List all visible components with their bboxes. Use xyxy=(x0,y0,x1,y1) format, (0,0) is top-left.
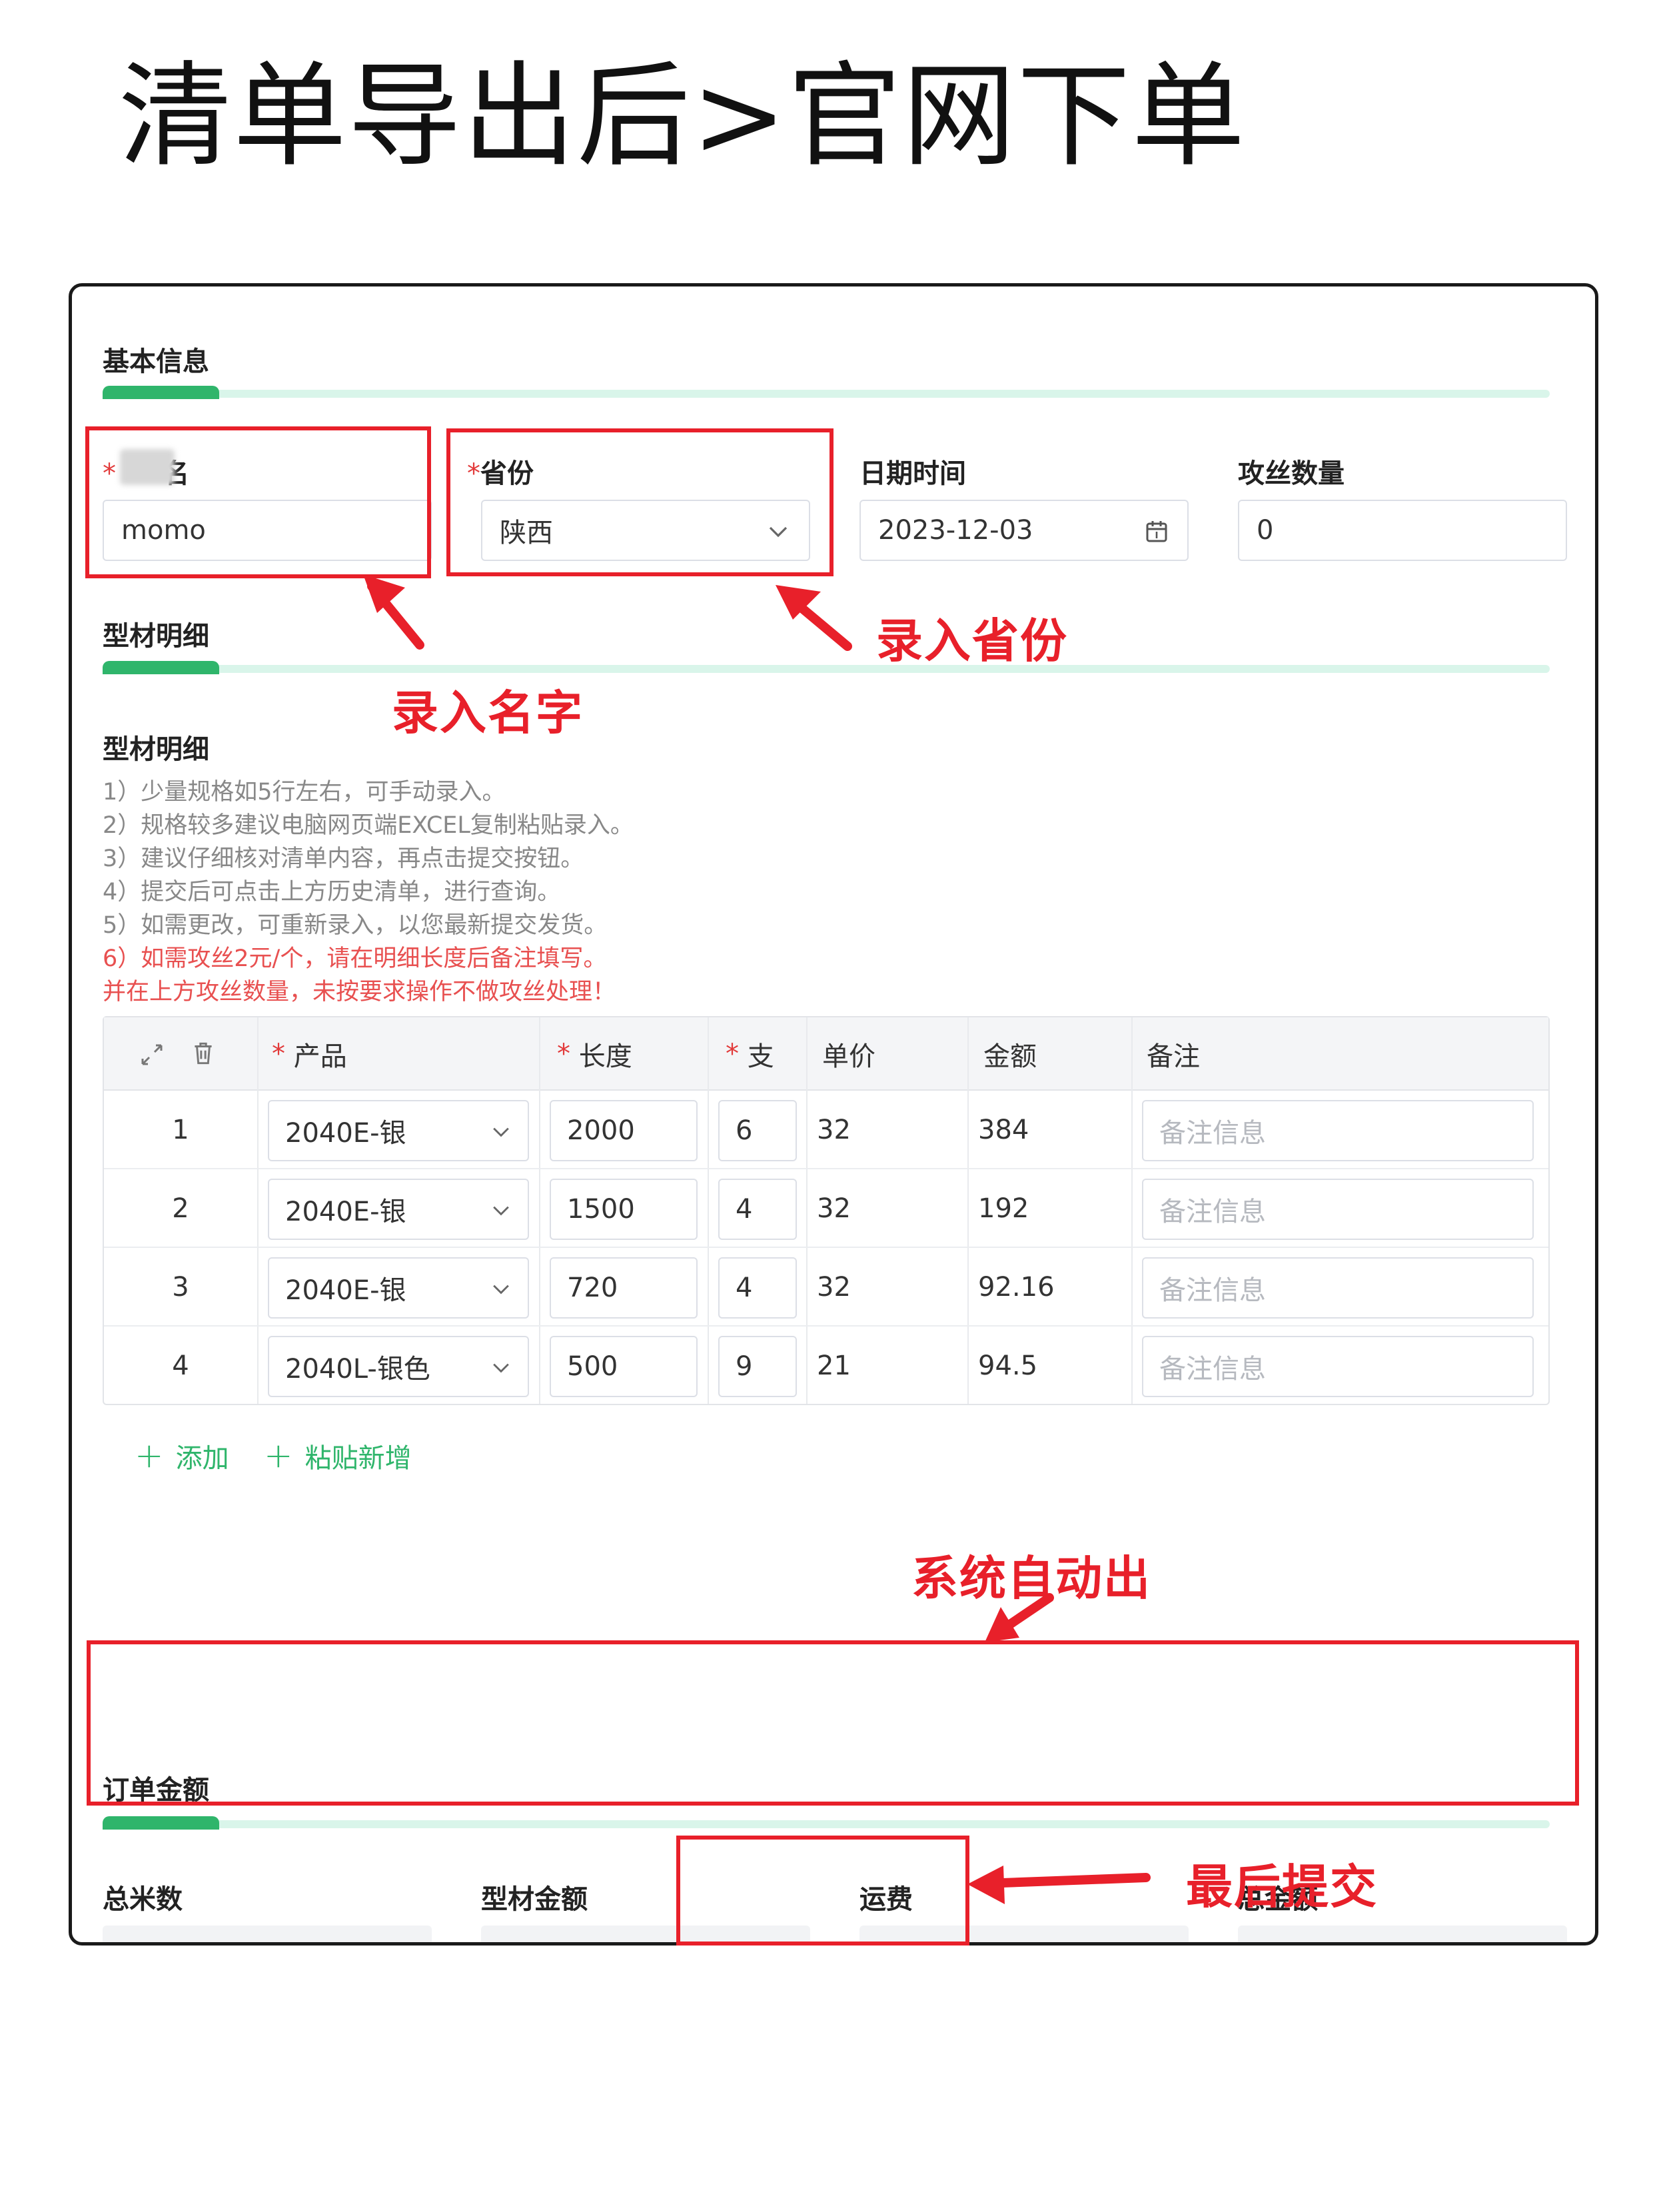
column-header-product: * 产品 xyxy=(272,1039,347,1072)
tapping-warning-line: 并在上方攻丝数量，未按要求操作不做攻丝处理！ xyxy=(103,979,616,1005)
unit-price-cell: 21 xyxy=(817,1351,851,1381)
final-submit-annotation: 最后提交 xyxy=(1186,1860,1378,1914)
page-heading: 清单导出后>官网下单 xyxy=(119,51,1247,183)
row-number: 1 xyxy=(172,1115,189,1145)
note-line: 1）少量规格如5行左右，可手动录入。 xyxy=(103,779,506,806)
amount-cell: 384 xyxy=(978,1115,1029,1145)
table-row: 3 2040E-银 720 4 32 92.16 备注信息 xyxy=(104,1248,1548,1327)
column-header-length: * 长度 xyxy=(557,1039,632,1072)
amount-cell: 192 xyxy=(978,1193,1029,1224)
profile-amount-field: 763.00 xyxy=(481,1926,810,1942)
amount-cell: 94.5 xyxy=(978,1351,1038,1381)
chevron-down-icon xyxy=(769,526,788,538)
redacted-name-label xyxy=(120,449,175,485)
date-label: 日期时间 xyxy=(859,458,966,489)
chevron-down-icon xyxy=(493,1363,509,1373)
row-number: 2 xyxy=(172,1193,189,1224)
plus-icon: + xyxy=(135,1436,164,1476)
product-select[interactable]: 2040E-银 xyxy=(268,1100,529,1161)
profile-detail-subtitle: 型材明细 xyxy=(103,734,209,765)
table-row: 1 2040E-银 2000 6 32 384 备注信息 xyxy=(104,1091,1548,1169)
unit-price-cell: 32 xyxy=(817,1272,851,1303)
note-line: 2）规格较多建议电脑网页端EXCEL复制粘贴录入。 xyxy=(103,812,634,839)
calendar-icon xyxy=(1146,521,1167,542)
column-header-unit-price: 单价 xyxy=(822,1041,875,1072)
chevron-down-icon xyxy=(493,1127,509,1137)
count-input[interactable]: 4 xyxy=(718,1257,797,1319)
amount-cell: 92.16 xyxy=(978,1272,1055,1303)
total-meters-field: 25.38 xyxy=(103,1926,432,1942)
table-header: * 产品 * 长度 * 支 单价 金额 备注 xyxy=(104,1017,1548,1091)
auto-calc-annotation: 系统自动出 xyxy=(911,1551,1151,1606)
chevron-down-icon xyxy=(493,1285,509,1295)
remark-input[interactable]: 备注信息 xyxy=(1142,1179,1534,1240)
row-number: 4 xyxy=(172,1351,189,1381)
trash-icon[interactable] xyxy=(189,1039,217,1067)
shipping-label: 运费 xyxy=(859,1884,913,1915)
plus-icon: + xyxy=(264,1436,293,1476)
basic-info-divider xyxy=(103,386,1550,399)
column-header-remark: 备注 xyxy=(1147,1041,1200,1072)
table-row: 2 2040E-银 1500 4 32 192 备注信息 xyxy=(104,1169,1548,1248)
remark-input[interactable]: 备注信息 xyxy=(1142,1257,1534,1319)
unit-price-cell: 32 xyxy=(817,1115,851,1145)
product-select[interactable]: 2040E-银 xyxy=(268,1179,529,1240)
note-line: 5）如需更改，可重新录入，以您最新提交发货。 xyxy=(103,912,608,939)
total-amount-field: 818 xyxy=(1238,1926,1567,1942)
province-label: *省份 xyxy=(467,458,534,489)
profile-detail-divider xyxy=(103,661,1550,674)
length-input[interactable]: 720 xyxy=(550,1257,698,1319)
profile-amount-label: 型材金额 xyxy=(481,1884,588,1915)
remark-input[interactable]: 备注信息 xyxy=(1142,1336,1534,1397)
enter-province-annotation: 录入省份 xyxy=(876,614,1068,668)
total-meters-label: 总米数 xyxy=(103,1884,183,1915)
paste-add-button[interactable]: + 粘贴新增 xyxy=(264,1436,412,1475)
order-amount-divider xyxy=(103,1816,1550,1830)
tapping-count-input[interactable]: 0 xyxy=(1238,500,1567,561)
length-input[interactable]: 2000 xyxy=(550,1100,698,1161)
tapping-note-line: 6）如需攻丝2元/个，请在明细长度后备注填写。 xyxy=(103,945,607,972)
profile-table: * 产品 * 长度 * 支 单价 金额 备注 1 2040E-银 2000 6 … xyxy=(103,1016,1550,1405)
row-number: 3 xyxy=(172,1272,189,1303)
add-row-button[interactable]: + 添加 xyxy=(135,1436,229,1475)
count-input[interactable]: 9 xyxy=(718,1336,797,1397)
count-input[interactable]: 4 xyxy=(718,1179,797,1240)
remark-input[interactable]: 备注信息 xyxy=(1142,1100,1534,1161)
enter-name-annotation: 录入名字 xyxy=(392,686,584,740)
shipping-field: 55 xyxy=(859,1926,1189,1942)
name-input[interactable]: momo xyxy=(103,500,432,561)
length-input[interactable]: 500 xyxy=(550,1336,698,1397)
column-header-count: * 支 xyxy=(726,1039,774,1072)
profile-detail-title: 型材明细 xyxy=(103,621,209,652)
length-input[interactable]: 1500 xyxy=(550,1179,698,1240)
unit-price-cell: 32 xyxy=(817,1193,851,1224)
order-form-window: 基本信息 * 名 momo *省份 陕西 日期时间 2023-12-03 攻丝数量… xyxy=(69,283,1598,1945)
basic-info-title: 基本信息 xyxy=(103,346,209,377)
note-line: 3）建议仔细核对清单内容，再点击提交按钮。 xyxy=(103,845,584,872)
column-header-amount: 金额 xyxy=(983,1041,1037,1072)
chevron-down-icon xyxy=(493,1206,509,1216)
table-row: 4 2040L-银色 500 9 21 94.5 备注信息 xyxy=(104,1327,1548,1405)
expand-icon[interactable] xyxy=(139,1041,165,1068)
province-select[interactable]: 陕西 xyxy=(481,500,810,561)
count-input[interactable]: 6 xyxy=(718,1100,797,1161)
note-line: 4）提交后可点击上方历史清单，进行查询。 xyxy=(103,879,561,905)
date-picker-input[interactable]: 2023-12-03 xyxy=(859,500,1189,561)
order-amount-title: 订单金额 xyxy=(103,1775,209,1806)
product-select[interactable]: 2040E-银 xyxy=(268,1257,529,1319)
tapping-count-label: 攻丝数量 xyxy=(1238,458,1345,489)
product-select[interactable]: 2040L-银色 xyxy=(268,1336,529,1397)
